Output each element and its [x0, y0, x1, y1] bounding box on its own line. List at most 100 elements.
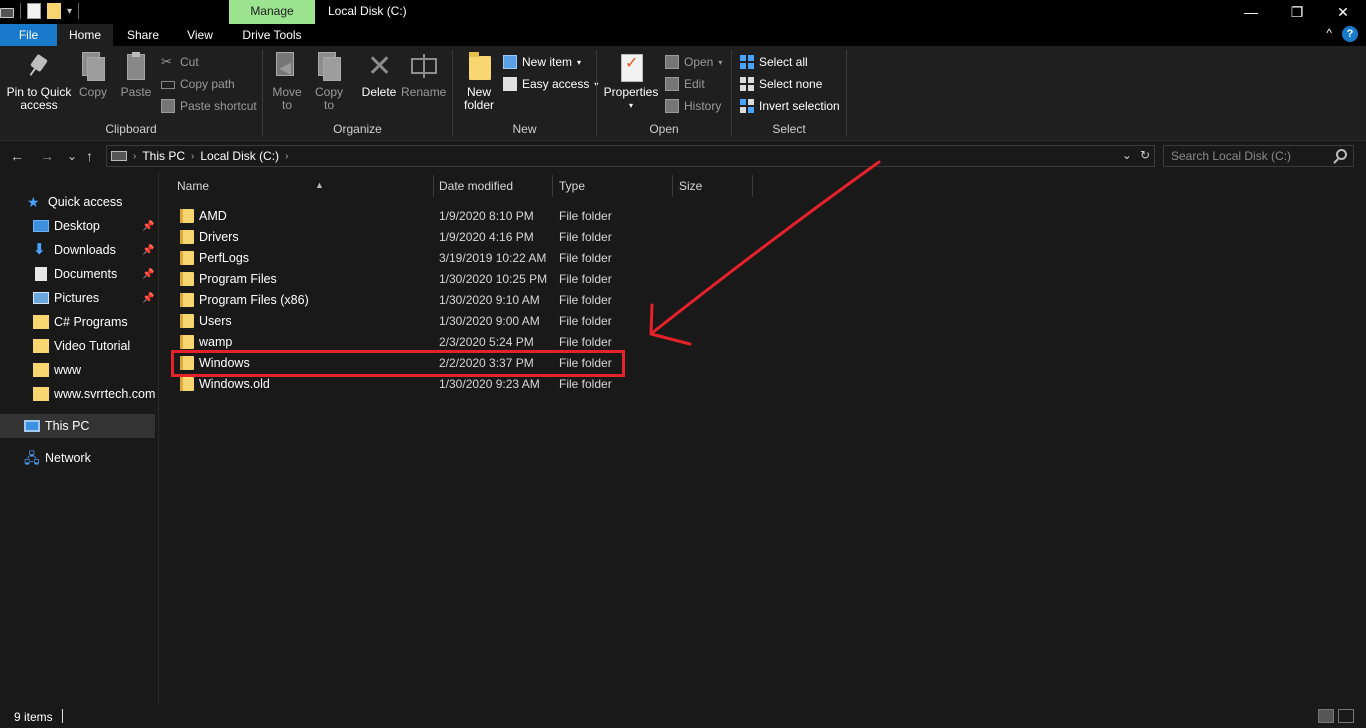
file-date: 1/9/2020 4:16 PM	[439, 229, 534, 244]
maximize-button[interactable]: ❐	[1274, 0, 1320, 24]
search-input[interactable]: Search Local Disk (C:)	[1163, 145, 1354, 167]
table-row[interactable]: Users 1/30/2020 9:00 AM File folder	[177, 310, 627, 331]
column-header-type[interactable]: Type	[559, 175, 669, 197]
pinned-icon: 📌	[142, 220, 155, 232]
copy-to-button[interactable]: Copy to	[311, 52, 347, 112]
recent-locations-button[interactable]: ⌄	[67, 148, 77, 164]
new-item-icon	[503, 55, 517, 69]
minimize-button[interactable]: —	[1228, 0, 1274, 24]
table-row[interactable]: AMD 1/9/2020 8:10 PM File folder	[177, 205, 627, 226]
rename-button[interactable]: Rename	[401, 52, 446, 99]
invert-selection-button[interactable]: Invert selection	[740, 96, 840, 116]
column-header-date-modified[interactable]: Date modified	[439, 175, 551, 197]
address-bar[interactable]: › This PC › Local Disk (C:) › ⌄ ↻	[106, 145, 1155, 167]
toolbar-divider	[20, 3, 21, 19]
paste-shortcut-button[interactable]: Paste shortcut	[161, 96, 257, 116]
paste-shortcut-icon	[161, 99, 175, 113]
close-button[interactable]: ✕	[1320, 0, 1366, 24]
nav-item-label: This PC	[45, 419, 90, 433]
view-toggles	[1318, 709, 1354, 723]
properties-label: Properties	[603, 85, 659, 99]
chevron-down-icon: ▾	[718, 57, 723, 67]
tab-view[interactable]: View	[173, 24, 227, 46]
column-divider[interactable]	[672, 175, 673, 197]
copy-path-button[interactable]: Copy path	[161, 74, 235, 94]
column-divider[interactable]	[552, 175, 553, 197]
table-row[interactable]: Program Files 1/30/2020 10:25 PM File fo…	[177, 268, 627, 289]
easy-access-label: Easy access	[522, 77, 590, 91]
tab-drive-tools[interactable]: Drive Tools	[229, 24, 315, 46]
large-icons-view-icon[interactable]	[1338, 709, 1354, 723]
column-header-name[interactable]: Name ▲	[177, 175, 431, 197]
forward-button[interactable]: →	[40, 148, 54, 164]
nav-item-documents[interactable]: Documents 📌	[0, 262, 158, 286]
nav-item-www[interactable]: www	[0, 358, 158, 382]
new-item-button[interactable]: New item ▾	[503, 52, 581, 72]
breadcrumb-local-disk[interactable]: Local Disk (C:)	[200, 149, 279, 163]
search-icon[interactable]	[1336, 149, 1347, 160]
history-button[interactable]: History	[665, 96, 721, 116]
column-divider[interactable]	[752, 175, 753, 197]
tab-manage[interactable]: Manage	[229, 0, 315, 24]
properties-button[interactable]: Properties ▾	[603, 52, 659, 112]
table-row[interactable]: wamp 2/3/2020 5:24 PM File folder	[177, 331, 627, 352]
new-folder-quick-icon[interactable]	[47, 3, 61, 19]
cut-button[interactable]: ✂ Cut	[161, 52, 199, 72]
nav-item-desktop[interactable]: Desktop 📌	[0, 214, 158, 238]
nav-quick-access[interactable]: ★ Quick access	[0, 190, 158, 214]
paste-shortcut-label: Paste shortcut	[180, 99, 257, 113]
edit-button[interactable]: Edit	[665, 74, 705, 94]
breadcrumb-this-pc[interactable]: This PC	[142, 149, 185, 163]
select-none-button[interactable]: Select none	[740, 74, 822, 94]
tab-home[interactable]: Home	[57, 24, 113, 46]
tab-share[interactable]: Share	[113, 24, 173, 46]
nav-item-svrrtech[interactable]: www.svrrtech.com	[0, 382, 158, 406]
pin-to-quick-access-button[interactable]: Pin to Quick access	[6, 52, 72, 112]
column-header-size[interactable]: Size	[679, 175, 749, 197]
collapse-ribbon-icon[interactable]: ^	[1326, 26, 1332, 42]
move-to-button[interactable]: ◀ Move to	[269, 52, 305, 112]
nav-item-label: www	[54, 363, 82, 377]
table-row[interactable]: Program Files (x86) 1/30/2020 9:10 AM Fi…	[177, 289, 627, 310]
column-divider[interactable]	[433, 175, 434, 197]
folder-icon	[180, 314, 194, 328]
file-name: Program Files	[199, 271, 277, 286]
new-folder-button[interactable]: New folder	[459, 52, 499, 112]
copy-button[interactable]: Copy	[76, 52, 110, 99]
paste-label: Paste	[120, 85, 152, 99]
column-label: Name	[177, 179, 210, 193]
table-row[interactable]: Drivers 1/9/2020 4:16 PM File folder	[177, 226, 627, 247]
file-type: File folder	[559, 292, 612, 307]
copy-to-icon	[315, 52, 343, 82]
tab-file[interactable]: File	[0, 24, 57, 46]
back-button[interactable]: ←	[10, 148, 24, 164]
customize-toolbar-icon[interactable]: ▾	[67, 6, 72, 17]
pinned-icon: 📌	[142, 244, 155, 256]
address-history-dropdown-icon[interactable]: ⌄	[1122, 148, 1132, 162]
nav-item-network[interactable]: 🖧 Network	[0, 446, 158, 470]
nav-item-this-pc[interactable]: This PC	[0, 414, 155, 438]
select-all-icon	[740, 55, 754, 69]
file-type: File folder	[559, 250, 612, 265]
open-button[interactable]: Open ▾	[665, 52, 722, 72]
up-button[interactable]: ↑	[86, 148, 93, 164]
properties-quick-icon[interactable]	[27, 3, 41, 19]
select-all-label: Select all	[759, 55, 808, 69]
easy-access-button[interactable]: Easy access ▾	[503, 74, 598, 94]
file-date: 2/3/2020 5:24 PM	[439, 334, 534, 349]
delete-button[interactable]: ✕ Delete	[359, 52, 399, 99]
paste-button[interactable]: Paste	[118, 52, 154, 99]
status-divider	[62, 709, 63, 723]
nav-item-video-tutorial[interactable]: Video Tutorial	[0, 334, 158, 358]
select-all-button[interactable]: Select all	[740, 52, 808, 72]
nav-item-pictures[interactable]: Pictures 📌	[0, 286, 158, 310]
refresh-icon[interactable]: ↻	[1140, 148, 1150, 162]
nav-item-downloads[interactable]: ⬇ Downloads 📌	[0, 238, 158, 262]
file-name: PerfLogs	[199, 250, 250, 265]
details-view-icon[interactable]	[1318, 709, 1334, 723]
drive-icon	[111, 151, 127, 161]
help-icon[interactable]: ?	[1342, 26, 1358, 42]
file-date: 1/30/2020 9:10 AM	[439, 292, 540, 307]
nav-item-csharp-programs[interactable]: C# Programs	[0, 310, 158, 334]
table-row[interactable]: PerfLogs 3/19/2019 10:22 AM File folder	[177, 247, 627, 268]
